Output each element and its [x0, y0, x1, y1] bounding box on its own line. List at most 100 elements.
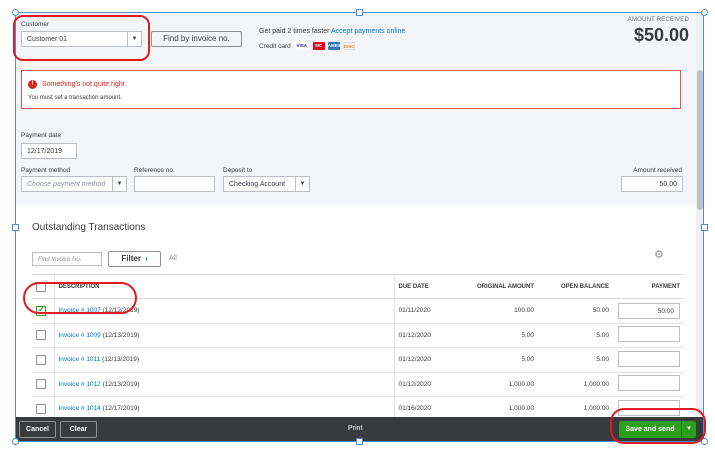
amount-received-label: Amount received [633, 167, 682, 174]
error-icon: ! [28, 80, 37, 89]
row-check-cell [32, 323, 54, 348]
find-invoice-input[interactable]: Find Invoice No. [32, 252, 102, 266]
payment-method-select[interactable]: Choose payment method ▼ [21, 176, 127, 192]
original-amount-cell: 1,000.00 [450, 372, 538, 397]
open-balance-cell: 5.00 [538, 347, 613, 373]
resize-handle[interactable] [701, 438, 708, 445]
resize-handle[interactable] [356, 9, 363, 16]
col-description: DESCRIPTION [53, 274, 394, 299]
resize-handle[interactable] [12, 224, 19, 231]
open-balance-cell: 50.00 [538, 298, 613, 324]
table-row: Invoice # 1012 (12/13/2019) 01/12/2020 1… [32, 372, 684, 397]
row-checkbox[interactable] [36, 354, 46, 365]
chevron-down-icon[interactable]: ▼ [295, 177, 309, 191]
col-original-amount: ORIGINAL AMOUNT [450, 274, 538, 299]
customer-label: Customer [21, 21, 50, 28]
invoice-date: (12/17/2019) [102, 405, 140, 413]
payment-input[interactable] [618, 375, 680, 392]
description-cell: Invoice # 1012 (12/13/2019) [53, 372, 394, 397]
invoice-date: (12/13/2019) [102, 356, 139, 364]
accept-payments-link[interactable]: Accept payments online [331, 28, 405, 35]
error-banner: ! Something's not quite right You must s… [21, 70, 681, 109]
invoice-link[interactable]: Invoice # 1011 [59, 356, 101, 363]
col-due-date: DUE DATE [393, 274, 450, 299]
col-open-balance: OPEN BALANCE [538, 274, 613, 299]
description-cell: Invoice # 1009 (12/13/2019) [53, 323, 394, 348]
scrollbar-thumb[interactable] [697, 70, 703, 210]
table-row: Invoice # 1011 (12/13/2019) 01/12/2020 5… [32, 347, 684, 373]
due-date-cell: 01/11/2020 [393, 298, 450, 324]
invoice-date: (12/13/2019) [102, 380, 140, 388]
resize-handle[interactable] [12, 9, 19, 16]
row-check-cell [32, 347, 54, 373]
discover-icon: DISC [342, 42, 355, 50]
error-title: Something's not quite right [42, 81, 125, 88]
payment-cell [613, 372, 684, 397]
resize-handle[interactable] [701, 224, 708, 231]
all-filter-label: All [169, 255, 177, 262]
invoice-date: (12/12/2019) [102, 307, 140, 315]
payment-input[interactable] [618, 350, 680, 367]
scrollbar[interactable] [696, 12, 704, 417]
resize-handle[interactable] [356, 438, 363, 445]
due-date-cell: 01/12/2020 [393, 323, 450, 348]
select-all-cell [32, 274, 54, 299]
payment-input[interactable]: 50.00 [618, 302, 680, 319]
error-message: You must set a transaction amount. [28, 95, 122, 101]
credit-card-row: Credit card VISA MC AMEX DISC [259, 42, 355, 50]
receive-payment-panel: Customer Customer 01 ▼ Find by invoice n… [15, 12, 704, 442]
chevron-down-icon[interactable]: ▼ [127, 32, 141, 46]
save-and-send-button[interactable]: Save and send ▼ [619, 421, 696, 438]
print-button[interactable]: Print [348, 425, 362, 432]
row-checkbox[interactable] [36, 379, 46, 390]
due-date-cell: 01/12/2020 [393, 347, 450, 373]
invoice-link[interactable]: Invoice # 1009 [59, 332, 101, 339]
customer-select[interactable]: Customer 01 ▼ [21, 31, 142, 47]
cancel-button[interactable]: Cancel [19, 421, 56, 438]
customer-value: Customer 01 [27, 36, 68, 43]
chevron-right-icon: › [144, 254, 148, 263]
payment-input[interactable] [618, 399, 680, 416]
row-checkbox[interactable] [36, 403, 46, 414]
original-amount-cell: 5.00 [450, 323, 538, 348]
visa-icon: VISA [293, 42, 310, 50]
chevron-down-icon[interactable]: ▼ [112, 177, 126, 191]
row-checkbox[interactable] [36, 330, 46, 341]
payment-date-input[interactable]: 12/17/2019 [21, 143, 77, 159]
reference-input[interactable] [134, 176, 215, 192]
filter-button[interactable]: Filter › [108, 251, 161, 267]
col-payment: PAYMENT [613, 274, 684, 299]
amount-received-input[interactable]: 50.00 [621, 176, 683, 192]
payment-cell: 50.00 [613, 298, 684, 324]
credit-card-label: Credit card [259, 42, 291, 50]
clear-button[interactable]: Clear [60, 421, 97, 438]
row-checkbox[interactable] [36, 305, 46, 316]
invoice-link[interactable]: Invoice # 1014 [59, 405, 101, 412]
payments-promo: Get paid 2 times faster Accept payments … [259, 28, 405, 35]
payment-date-label: Payment date [21, 132, 62, 139]
deposit-to-value: Checking Account [229, 181, 286, 188]
invoice-date: (12/13/2019) [102, 331, 140, 339]
row-check-cell [32, 372, 54, 397]
deposit-to-select[interactable]: Checking Account ▼ [223, 176, 310, 192]
payment-input[interactable] [618, 326, 680, 343]
chevron-down-icon[interactable]: ▼ [681, 421, 696, 438]
table-row: Invoice # 1009 (12/13/2019) 01/12/2020 5… [32, 323, 684, 348]
description-cell: Invoice # 1011 (12/13/2019) [53, 347, 394, 373]
amount-received-header-label: AMOUNT RECEIVED [627, 17, 689, 23]
filter-label: Filter [121, 254, 141, 263]
transactions-table: DESCRIPTION DUE DATE ORIGINAL AMOUNT OPE… [32, 274, 684, 422]
invoice-link[interactable]: Invoice # 1007 [59, 307, 101, 314]
payment-cell [613, 323, 684, 348]
table-row: Invoice # 1007 (12/12/2019) 01/11/2020 1… [32, 298, 684, 324]
gear-icon[interactable]: ⚙ [654, 248, 664, 261]
resize-handle[interactable] [701, 9, 708, 16]
resize-handle[interactable] [12, 438, 19, 445]
row-check-cell [32, 298, 54, 324]
select-all-checkbox[interactable] [36, 281, 46, 292]
receive-payment-window: Customer Customer 01 ▼ Find by invoice n… [0, 0, 715, 457]
invoice-link[interactable]: Invoice # 1012 [59, 381, 101, 388]
description-cell: Invoice # 1007 (12/12/2019) [53, 298, 394, 324]
find-by-invoice-button[interactable]: Find by invoice no. [151, 31, 242, 47]
open-balance-cell: 5.00 [538, 323, 613, 348]
